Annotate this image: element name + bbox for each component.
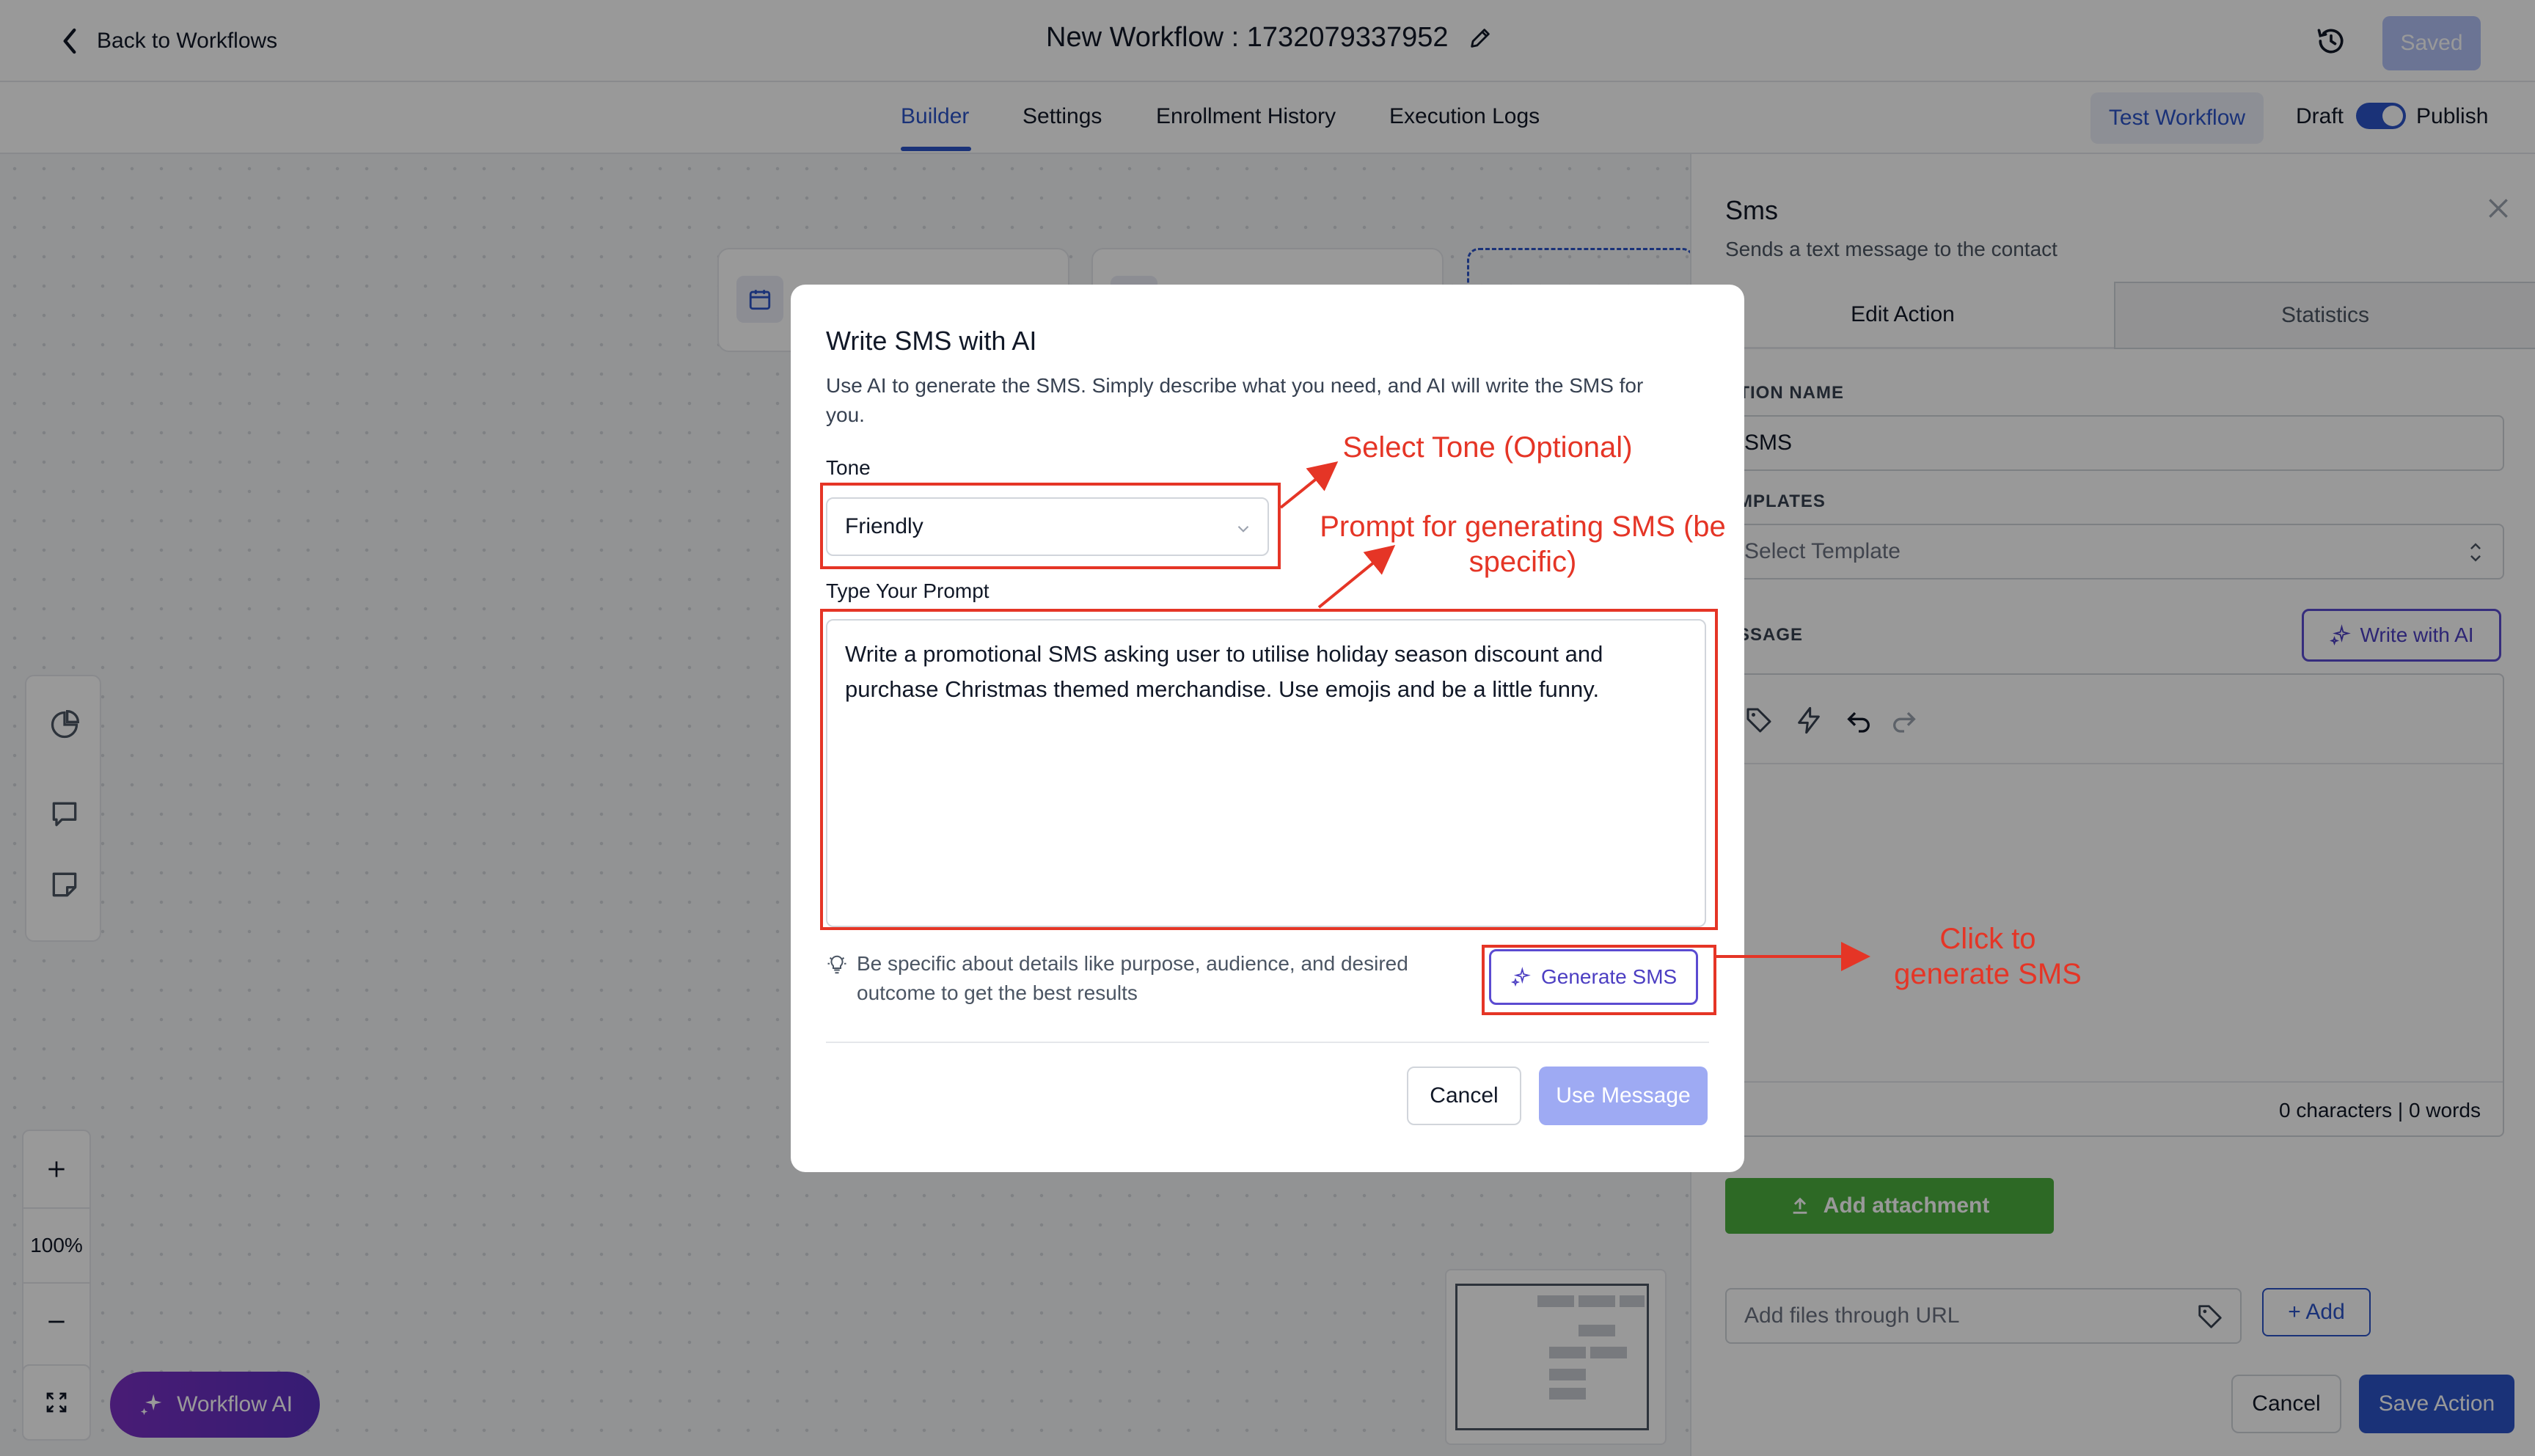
modal-cancel-button[interactable]: Cancel — [1407, 1067, 1521, 1125]
click-annotation-line2: generate SMS — [1894, 958, 2082, 990]
tone-label: Tone — [826, 456, 871, 479]
prompt-annotation-line1: Prompt for generating SMS (be — [1320, 511, 1726, 543]
prompt-label: Type Your Prompt — [826, 579, 990, 602]
lightbulb-icon — [827, 955, 846, 974]
prompt-tip: Be specific about details like purpose, … — [826, 949, 1457, 1008]
generate-highlight-box — [1482, 945, 1716, 1015]
prompt-highlight-box — [820, 609, 1718, 930]
tone-annotation: Select Tone (Optional) — [1342, 431, 1633, 464]
use-message-button[interactable]: Use Message — [1539, 1067, 1708, 1125]
click-annotation-line1: Click to — [1939, 923, 2036, 955]
prompt-tip-text: Be specific about details like purpose, … — [857, 952, 1408, 1004]
tone-highlight-box — [820, 483, 1281, 569]
prompt-annotation-line2: specific) — [1468, 546, 1577, 578]
modal-divider — [826, 1042, 1709, 1043]
modal-title: Write SMS with AI — [826, 326, 1037, 356]
modal-description: Use AI to generate the SMS. Simply descr… — [826, 374, 1644, 426]
